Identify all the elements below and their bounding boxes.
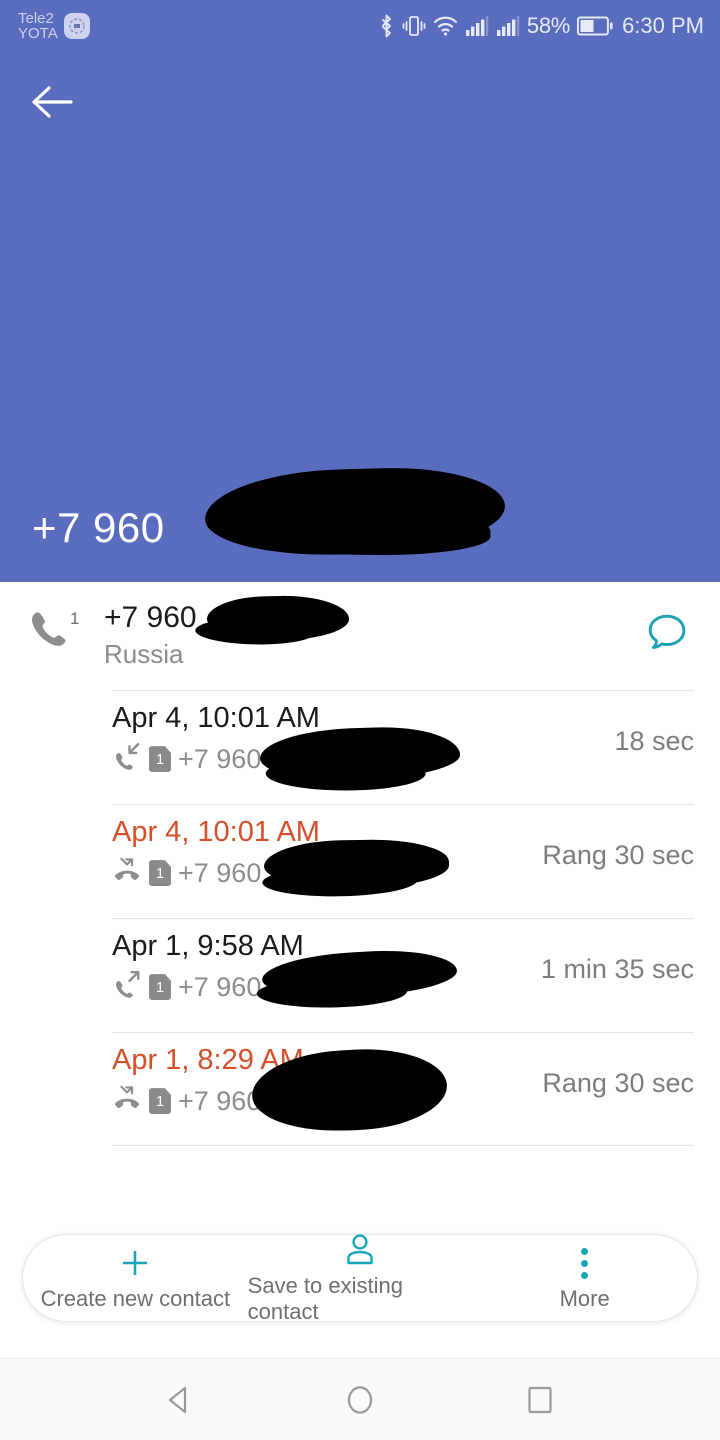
message-bubble-icon[interactable]: [636, 602, 698, 664]
action-bar-container: Create new contact Save to existing cont…: [0, 1231, 720, 1325]
sim-badge: 1: [149, 860, 171, 887]
call-entry-duration: Rang 30 sec: [542, 840, 694, 871]
android-navigation-bar: [0, 1358, 720, 1440]
save-to-existing-contact-button[interactable]: Save to existing contact: [248, 1231, 473, 1325]
sim-badge: 1: [149, 1088, 171, 1115]
call-entry-number: +7 960: [178, 971, 262, 1002]
call-entry-date: Apr 4, 10:01 AM: [112, 702, 320, 735]
create-new-contact-label: Create new contact: [40, 1286, 231, 1311]
nav-back-triangle-icon[interactable]: [144, 1364, 216, 1436]
signal-bars-icon-1: [465, 16, 489, 36]
call-entry-left: Apr 4, 10:01 AM 1 +7 960: [112, 814, 450, 892]
call-log-entry[interactable]: Apr 4, 10:01 AM 1 +7 960 Rang 30 sec: [0, 804, 720, 918]
call-entry-duration: 18 sec: [614, 726, 694, 757]
redaction-mark-call: [263, 838, 450, 891]
vibrate-icon: [402, 13, 426, 39]
create-new-contact-button[interactable]: Create new contact: [23, 1244, 248, 1312]
wifi-icon: [433, 15, 458, 37]
person-icon: [343, 1231, 377, 1269]
call-entry-date: Apr 4, 10:01 AM: [112, 816, 320, 849]
contact-sim-number: 1: [70, 609, 80, 628]
dot: [581, 1259, 589, 1267]
nav-home-circle-icon[interactable]: [324, 1364, 396, 1436]
battery-icon: [577, 15, 613, 37]
carrier-block: Tele2 YOTA: [18, 9, 90, 42]
call-missed-icon: [112, 1083, 142, 1120]
call-history-list: Apr 4, 10:01 AM 1 +7 960 18 sec Apr 4, 1…: [0, 690, 720, 1147]
status-clock: 6:30 PM: [622, 13, 704, 38]
save-to-existing-contact-label: Save to existing contact: [247, 1273, 403, 1324]
carrier-primary: Tele2: [18, 9, 54, 27]
contact-details: +7 960 Russia: [104, 594, 636, 670]
back-arrow-icon[interactable]: [24, 74, 80, 130]
contact-phone-number: +7 960: [104, 601, 197, 634]
call-entry-date: Apr 1, 9:58 AM: [112, 930, 304, 963]
call-entry-number: +7 960: [178, 1085, 262, 1116]
call-entry-left: Apr 1, 9:58 AM 1 +7 960: [112, 928, 459, 1006]
plus-icon: [117, 1244, 153, 1282]
dot: [581, 1271, 589, 1279]
more-label: More: [559, 1286, 610, 1311]
call-entry-left: Apr 1, 8:29 AM 1 +7 960: [112, 1042, 450, 1138]
call-entry-left: Apr 4, 10:01 AM 1 +7 960: [112, 700, 461, 784]
call-entry-duration: 1 min 35 sec: [540, 954, 694, 985]
status-bar: Tele2 YOTA 58% 6:30 PM: [0, 0, 720, 52]
carrier-secondary: YOTA: [18, 25, 58, 42]
phone-handset-icon: [26, 608, 68, 655]
signal-bars-icon-2: [496, 16, 520, 36]
call-entry-duration: Rang 30 sec: [542, 1068, 694, 1099]
contact-action-bar: Create new contact Save to existing cont…: [22, 1231, 698, 1325]
call-entry-number: +7 960: [178, 743, 262, 774]
contact-summary-row[interactable]: 1 +7 960 Russia: [0, 582, 720, 691]
more-vertical-icon: [581, 1244, 589, 1282]
redaction-mark-header: [203, 465, 507, 558]
sim-badge: 1: [149, 974, 171, 1001]
battery-percent: 58%: [526, 13, 571, 38]
contact-call-icon-wrap: 1: [26, 600, 104, 655]
more-button[interactable]: More: [472, 1244, 697, 1312]
bluetooth-icon: [378, 13, 395, 39]
app-badge-icon: [63, 13, 90, 39]
sim-badge: 1: [149, 746, 171, 773]
status-icons: 58% 6:30 PM: [378, 13, 704, 39]
call-incoming-icon: [112, 741, 142, 778]
contact-header: +7 960: [0, 52, 720, 582]
header-phone-number: +7 960: [32, 504, 165, 551]
call-log-entry[interactable]: Apr 1, 8:29 AM 1 +7 960 Rang 30 sec: [0, 1032, 720, 1147]
carrier-names: Tele2 YOTA: [18, 9, 58, 42]
call-entry-number: +7 960: [178, 857, 262, 888]
nav-recents-square-icon[interactable]: [504, 1364, 576, 1436]
call-outgoing-icon: [112, 969, 142, 1006]
call-log-entry[interactable]: Apr 1, 9:58 AM 1 +7 960 1 min 35 sec: [0, 918, 720, 1032]
contact-country: Russia: [104, 639, 184, 670]
call-log-entry[interactable]: Apr 4, 10:01 AM 1 +7 960 18 sec: [0, 690, 720, 804]
call-missed-icon: [112, 855, 142, 892]
dot: [581, 1247, 589, 1255]
